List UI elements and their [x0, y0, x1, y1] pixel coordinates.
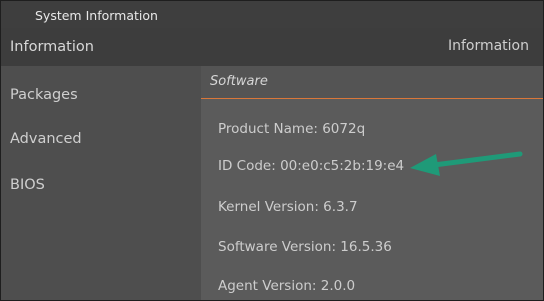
sidebar-item-information[interactable]: Information [1, 28, 201, 66]
kernel-version-field: Kernel Version: 6.3.7 [218, 199, 358, 215]
section-title: Software [210, 74, 268, 89]
sidebar-item-label: Advanced [10, 131, 82, 147]
sidebar: Information Packages Advanced BIOS [1, 28, 201, 300]
section-header: Software [201, 66, 543, 99]
sidebar-item-advanced[interactable]: Advanced [1, 120, 201, 158]
software-panel: Software Product Name: 6072q ID Code: 00… [201, 66, 543, 300]
window-title: System Information [35, 8, 158, 23]
id-code-field: ID Code: 00:e0:c5:2b:19:e4 [218, 158, 405, 174]
product-name-field: Product Name: 6072q [218, 121, 366, 137]
sidebar-item-label: Packages [10, 87, 78, 103]
sidebar-item-bios[interactable]: BIOS [1, 166, 201, 204]
sidebar-item-label: Information [10, 39, 94, 55]
title-bar: System Information [1, 1, 543, 28]
agent-version-field: Agent Version: 2.0.0 [218, 278, 356, 294]
app-window: System Information Information Packages … [0, 0, 544, 301]
content-header: Information [201, 28, 543, 66]
sidebar-item-label: BIOS [10, 177, 45, 193]
sidebar-item-packages[interactable]: Packages [1, 76, 201, 114]
breadcrumb: Information [447, 38, 529, 54]
software-version-field: Software Version: 16.5.36 [218, 239, 392, 255]
arrow-icon [410, 151, 523, 176]
